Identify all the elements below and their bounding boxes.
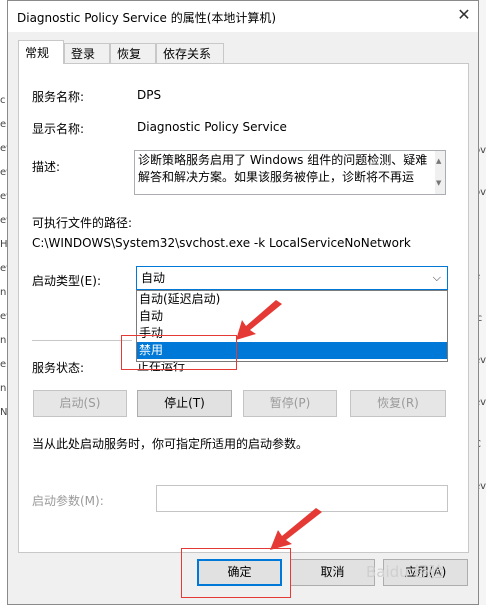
startup-type-label: 启动类型(E): (32, 274, 101, 288)
annotation-highlight-disabled (121, 335, 237, 370)
annotation-arrow-icon (236, 300, 282, 340)
annotation-highlight-ok (181, 548, 291, 598)
display-name-label: 显示名称: (32, 122, 85, 136)
description-label: 描述: (32, 160, 61, 174)
option-auto[interactable]: 自动 (137, 308, 447, 325)
title-bar: Diagnostic Policy Service 的属性(本地计算机) ✕ (8, 1, 478, 32)
chevron-down-icon[interactable]: ⌵ (433, 267, 441, 289)
stop-button[interactable]: 停止(T) (137, 390, 232, 417)
background-fragment: e (0, 119, 7, 130)
startup-type-selected: 自动 (141, 271, 166, 285)
exe-path-label: 可执行文件的路径: (32, 216, 133, 230)
service-status-label: 服务状态: (32, 361, 85, 375)
tab-logon[interactable]: 登录 (64, 43, 110, 63)
description-scrollbar[interactable]: ▲ ▼ (435, 151, 445, 194)
start-params-hint: 当从此处启动服务时，你可指定所适用的启动参数。 (32, 437, 309, 451)
start-button[interactable]: 启动(S) (33, 390, 127, 417)
divider (32, 340, 132, 341)
cancel-button[interactable]: 取消 (290, 559, 375, 586)
window-title: Diagnostic Policy Service 的属性(本地计算机) (17, 11, 277, 25)
service-name-label: 服务名称: (32, 90, 85, 104)
resume-button[interactable]: 恢复(R) (350, 390, 446, 417)
tab-dependencies[interactable]: 依存关系 (156, 43, 224, 63)
display-name-value: Diagnostic Policy Service (137, 120, 287, 134)
background-fragment: c (0, 95, 6, 106)
startup-type-select[interactable]: 自动 ⌵ (136, 266, 448, 290)
background-fragment: n (0, 287, 7, 298)
annotation-arrow-icon (270, 508, 322, 550)
exe-path-value: C:\WINDOWS\System32\svchost.exe -k Local… (32, 236, 411, 250)
description-textbox[interactable]: 诊断策略服务启用了 Windows 组件的问题检测、疑难解答和解决方案。如果该服… (134, 150, 446, 195)
tab-recovery[interactable]: 恢复 (110, 43, 156, 63)
option-auto-delayed[interactable]: 自动(延迟启动) (137, 291, 447, 308)
service-name-value: DPS (137, 88, 162, 102)
tab-general[interactable]: 常规 (18, 40, 64, 64)
watermark: Baidu 经验 (366, 563, 444, 581)
background-fragment: n (0, 383, 7, 394)
pause-button[interactable]: 暂停(P) (243, 390, 337, 417)
close-icon[interactable]: ✕ (454, 5, 474, 25)
background-fragment: n (0, 335, 7, 346)
scroll-down-icon[interactable]: ▼ (436, 175, 441, 192)
description-text: 诊断策略服务启用了 Windows 组件的问题检测、疑难解答和解决方案。如果该服… (138, 153, 428, 184)
background-fragment: e (0, 359, 7, 370)
scroll-up-icon[interactable]: ▲ (436, 153, 441, 170)
start-params-label: 启动参数(M): (32, 494, 104, 508)
